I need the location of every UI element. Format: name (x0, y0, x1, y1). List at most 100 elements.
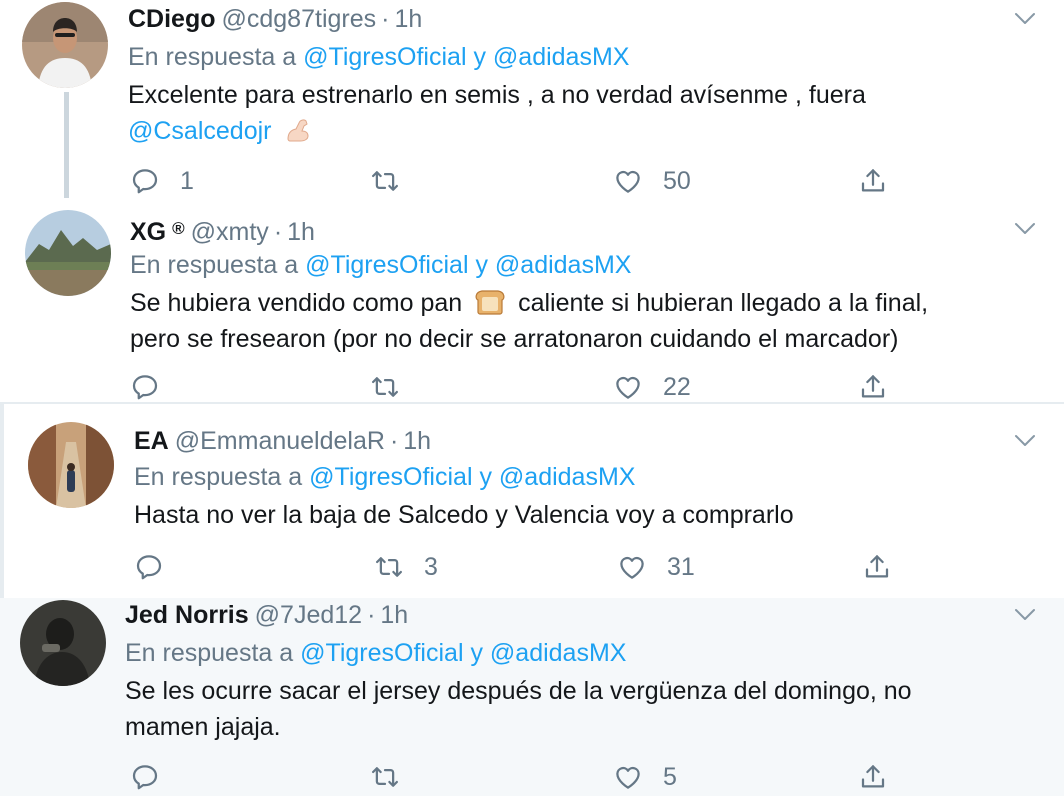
like-button[interactable]: 22 (613, 370, 691, 404)
tweet-text-line: Excelente para estrenarlo en semis , a n… (128, 81, 866, 109)
display-name[interactable]: CDiego (128, 5, 216, 33)
avatar[interactable] (20, 600, 106, 686)
retweet-button[interactable] (370, 164, 420, 198)
mention-link[interactable]: @adidasMX (490, 639, 627, 667)
share-icon (862, 552, 892, 582)
separator-dot: · (389, 427, 399, 455)
tweet-card[interactable]: CDiego @cdg87tigres · 1h En respuesta a @Ti… (0, 0, 1064, 202)
tweet-text: Excelente para estrenarlo en semis , a n… (128, 77, 1028, 149)
reply-count: 1 (180, 166, 194, 195)
and-word: y (473, 43, 486, 71)
timestamp[interactable]: 1h (403, 427, 431, 455)
tweet-text-line: Hasta no ver la baja de Salcedo y Valenc… (134, 501, 794, 529)
tweet-header: Jed Norris @7Jed12 · 1h (125, 600, 408, 630)
like-count: 22 (663, 372, 691, 401)
retweet-button[interactable] (370, 370, 420, 404)
thread-line (64, 92, 69, 198)
heart-icon (617, 552, 647, 582)
share-button[interactable] (858, 760, 888, 794)
like-count: 5 (663, 762, 677, 791)
retweet-icon (370, 166, 400, 196)
mention-link[interactable]: @adidasMX (495, 251, 632, 279)
reply-icon (130, 762, 160, 792)
mention-link[interactable]: @adidasMX (499, 463, 636, 491)
tweet-actions: 3 31 (134, 550, 934, 584)
chevron-down-icon[interactable] (1014, 12, 1036, 26)
tweet-text: Hasta no ver la baja de Salcedo y Valenc… (134, 497, 1034, 533)
tweet-text-line: pero se fresearon (por no decir se arrat… (130, 325, 899, 353)
tweet-card[interactable]: EA @EmmanueldelaR · 1h En respuesta a @Tigr… (0, 402, 1064, 598)
tweet-header: XG ® @xmty · 1h (130, 214, 315, 247)
tweet-text-line: mamen jajaja. (125, 713, 281, 741)
reply-context: En respuesta a @TigresOficial y @adidasM… (130, 250, 631, 280)
tweet-actions: 5 (130, 760, 930, 794)
share-icon (858, 372, 888, 402)
reply-prefix: En respuesta a (130, 251, 299, 279)
reply-button[interactable] (134, 550, 184, 584)
retweet-icon (374, 552, 404, 582)
tweet-card[interactable]: XG ® @xmty · 1h En respuesta a @TigresOficia… (0, 202, 1064, 402)
retweet-button[interactable] (370, 760, 420, 794)
mention-link[interactable]: @adidasMX (493, 43, 630, 71)
reply-prefix: En respuesta a (125, 639, 294, 667)
reply-context: En respuesta a @TigresOficial y @adidasM… (125, 638, 626, 668)
separator-dot: · (367, 601, 376, 629)
user-handle[interactable]: @xmty (191, 218, 269, 246)
reply-icon (130, 372, 160, 402)
share-icon (858, 762, 888, 792)
avatar[interactable] (28, 422, 114, 508)
avatar[interactable] (25, 210, 111, 296)
retweet-button[interactable]: 3 (374, 550, 438, 584)
like-button[interactable]: 31 (617, 550, 695, 584)
reply-prefix: En respuesta a (134, 463, 303, 491)
chevron-down-icon[interactable] (1014, 222, 1036, 236)
retweet-icon (370, 372, 400, 402)
tweet-card[interactable]: Jed Norris @7Jed12 · 1h En respuesta a @Tig… (0, 598, 1064, 796)
and-word: y (479, 463, 492, 491)
mention-link[interactable]: @TigresOficial (305, 251, 468, 279)
tweet-text-part: caliente si hubieran llegado a la final, (518, 289, 929, 317)
flexed-biceps-icon (287, 119, 309, 142)
mention-link[interactable]: @TigresOficial (300, 639, 463, 667)
avatar[interactable] (22, 2, 108, 88)
mention-link[interactable]: @TigresOficial (309, 463, 472, 491)
user-handle[interactable]: @cdg87tigres (222, 5, 377, 33)
mention-link[interactable]: @TigresOficial (303, 43, 466, 71)
display-name[interactable]: XG (130, 218, 166, 246)
like-count: 31 (667, 552, 695, 581)
reply-prefix: En respuesta a (128, 43, 297, 71)
and-word: y (470, 639, 483, 667)
heart-icon (613, 166, 643, 196)
timestamp[interactable]: 1h (394, 5, 422, 33)
display-name[interactable]: Jed Norris (125, 601, 249, 629)
separator-dot: · (273, 218, 283, 246)
share-button[interactable] (862, 550, 892, 584)
separator-dot: · (381, 5, 390, 33)
chevron-down-icon[interactable] (1014, 608, 1036, 622)
share-button[interactable] (858, 370, 888, 404)
reply-button[interactable] (130, 760, 180, 794)
reply-button[interactable] (130, 370, 180, 404)
heart-icon (613, 762, 643, 792)
share-button[interactable] (858, 164, 888, 198)
like-count: 50 (663, 166, 691, 195)
like-button[interactable]: 50 (613, 164, 691, 198)
badge: ® (172, 219, 185, 238)
reply-icon (134, 552, 164, 582)
user-handle[interactable]: @EmmanueldelaR (175, 427, 385, 455)
chevron-down-icon[interactable] (1014, 434, 1036, 448)
like-button[interactable]: 5 (613, 760, 677, 794)
and-word: y (475, 251, 488, 279)
mention-link[interactable]: @Csalcedojr (128, 117, 271, 145)
timestamp[interactable]: 1h (380, 601, 408, 629)
bread-icon (475, 290, 505, 315)
user-handle[interactable]: @7Jed12 (255, 601, 362, 629)
heart-icon (613, 372, 643, 402)
tweet-text-line: Se les ocurre sacar el jersey después de… (125, 677, 912, 705)
reply-context: En respuesta a @TigresOficial y @adidasM… (134, 462, 635, 492)
tweet-text: Se hubiera vendido como pan caliente si … (130, 285, 1030, 357)
timestamp[interactable]: 1h (287, 218, 315, 246)
reply-button[interactable]: 1 (130, 164, 194, 198)
reply-context: En respuesta a @TigresOficial y @adidasM… (128, 42, 629, 72)
display-name[interactable]: EA (134, 427, 169, 455)
